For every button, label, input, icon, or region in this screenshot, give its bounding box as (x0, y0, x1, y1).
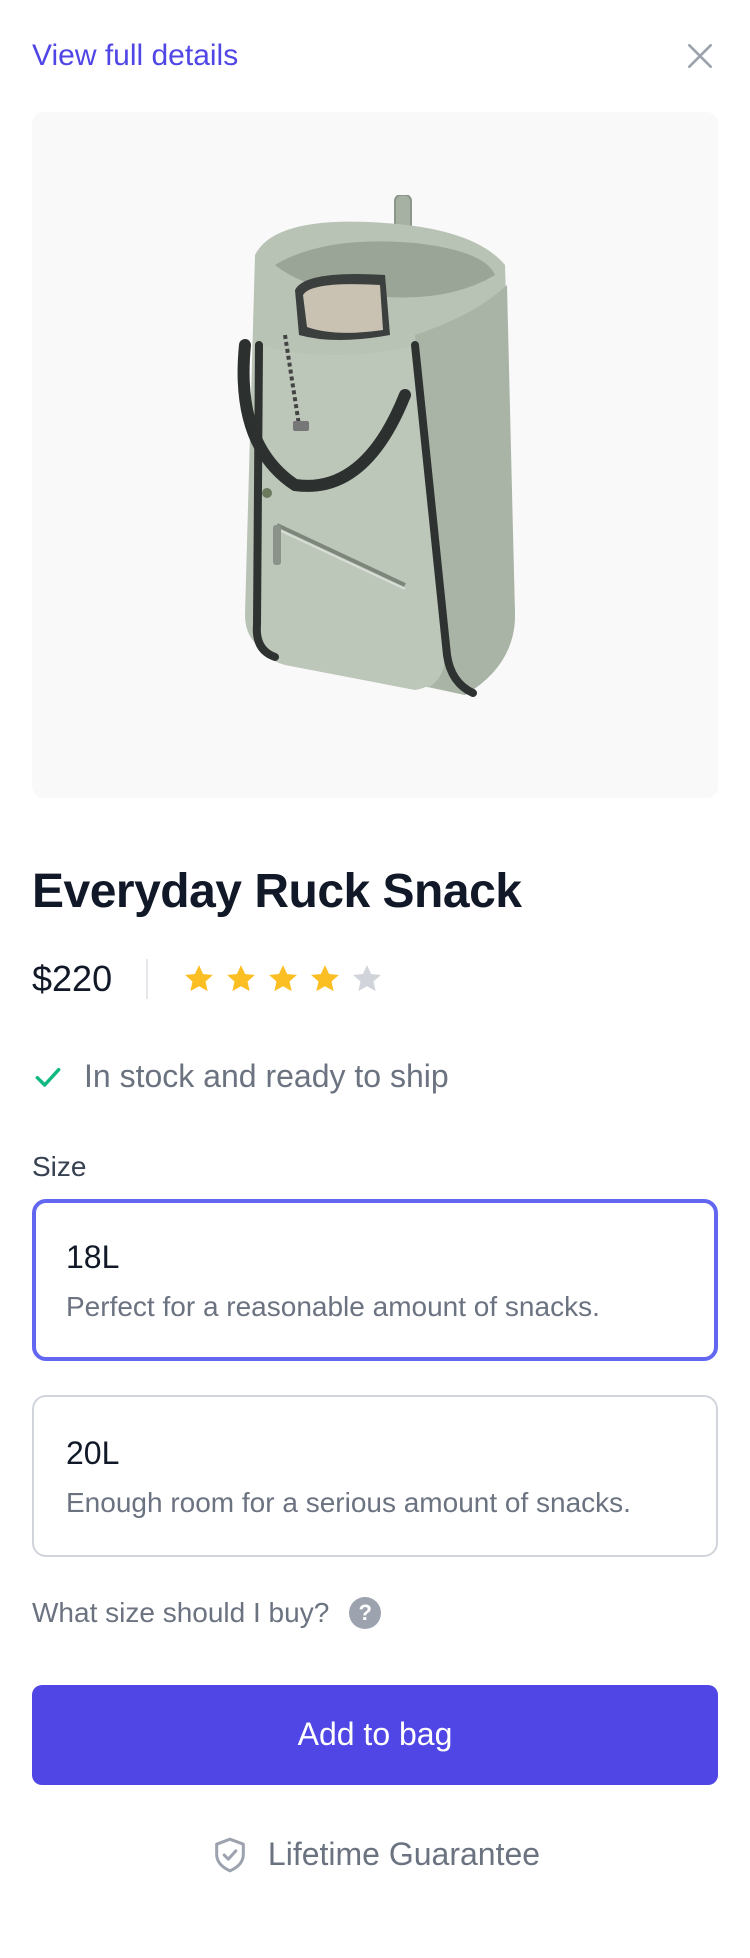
close-icon (688, 44, 712, 68)
star-empty-icon (350, 962, 384, 996)
view-full-details-link[interactable]: View full details (32, 39, 238, 73)
size-option-20l[interactable]: 20L Enough room for a serious amount of … (32, 1394, 718, 1557)
size-label: Size (32, 1150, 87, 1182)
question-icon[interactable]: ? (349, 1596, 382, 1629)
size-help-text: What size should I buy? (32, 1596, 330, 1628)
star-filled-icon (182, 962, 216, 996)
size-option-name: 20L (66, 1434, 120, 1471)
size-option-name: 18L (66, 1238, 120, 1275)
stock-status: In stock and ready to ship (32, 1057, 718, 1097)
size-option-description: Enough room for a serious amount of snac… (66, 1486, 631, 1518)
guarantee-text: Lifetime Guarantee (267, 1836, 541, 1873)
quick-view-panel: View full details Everyday Ruck Snack $2… (0, 0, 750, 1958)
product-image (32, 112, 718, 798)
close-button[interactable] (678, 34, 722, 78)
product-price: $220 (32, 957, 113, 999)
size-option-18l[interactable]: 18L Perfect for a reasonable amount of s… (32, 1198, 718, 1361)
star-filled-icon (224, 962, 258, 996)
check-icon (35, 1067, 61, 1087)
stock-text: In stock and ready to ship (84, 1058, 449, 1095)
product-title: Everyday Ruck Snack (32, 865, 522, 918)
size-help-link[interactable]: What size should I buy? ? (32, 1593, 718, 1633)
star-filled-icon (266, 962, 300, 996)
lifetime-guarantee: Lifetime Guarantee (32, 1833, 718, 1877)
divider (146, 958, 149, 999)
size-option-description: Perfect for a reasonable amount of snack… (66, 1290, 600, 1322)
star-filled-icon (308, 962, 342, 996)
add-to-bag-button[interactable]: Add to bag (32, 1684, 718, 1785)
shield-check-icon (215, 1837, 245, 1873)
bag-illustration (237, 195, 515, 697)
price-rating-row: $220 (32, 957, 718, 1001)
panel-header: View full details (32, 0, 718, 112)
rating-stars (182, 962, 384, 996)
